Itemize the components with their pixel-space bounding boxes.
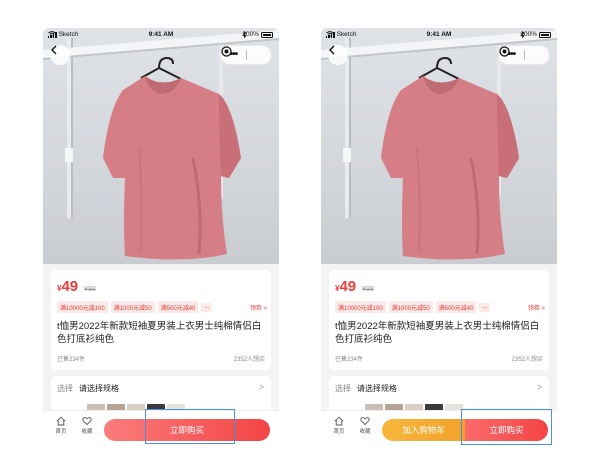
current-price: ¥49	[335, 278, 356, 296]
product-info-card: ¥49 ¥98 满10000元减100 满1000元减50 满500元减40 .…	[51, 270, 271, 370]
sold-count: 已售234件	[57, 357, 86, 363]
home-icon	[56, 416, 66, 426]
price-row: ¥49 ¥98	[335, 278, 374, 296]
spec-value: 请选择规格	[79, 384, 119, 393]
back-icon	[51, 45, 57, 55]
back-button[interactable]	[50, 45, 70, 65]
original-price: ¥98	[84, 286, 96, 293]
coupon-tag[interactable]: 满10000元减100	[57, 301, 108, 313]
get-coupon-link[interactable]: 领券 >	[528, 303, 545, 312]
coupon-tag[interactable]: 满500元减40	[157, 301, 199, 313]
nav-home[interactable]: 首页	[48, 416, 74, 435]
chevron-right-icon: >	[258, 382, 264, 392]
original-price: ¥98	[362, 286, 374, 293]
coupon-tag[interactable]: 满1000元减50	[110, 301, 155, 313]
battery-icon	[261, 31, 273, 38]
capsule-divider	[523, 50, 525, 60]
phone-screen-cart-and-buy: Sketch 9:41 AM 100% ••• ¥49 ¥98 满10000元减…	[321, 28, 557, 448]
target-icon	[499, 46, 510, 57]
product-image: Sketch 9:41 AM 100% •••	[43, 28, 279, 264]
current-price: ¥49	[57, 278, 78, 296]
status-bar: Sketch 9:41 AM 100%	[43, 28, 279, 42]
nav-favorite-label: 收藏	[359, 429, 371, 435]
annotation-highlight-box	[461, 409, 552, 445]
bluetooth-icon	[520, 31, 525, 38]
product-title: t恤男2022年新款短袖夏男装上衣男士纯棉情侣白色打底衫纯色	[335, 321, 540, 345]
nav-favorite-label: 收藏	[81, 429, 93, 435]
coupon-tag[interactable]: 满10000元减100	[335, 301, 386, 313]
bluetooth-icon	[242, 31, 247, 38]
price-row: ¥49 ¥98	[57, 278, 96, 296]
mini-program-capsule: •••	[498, 45, 550, 65]
capsule-divider	[245, 50, 247, 60]
spec-label: 选择	[57, 384, 73, 393]
add-to-cart-button[interactable]: 加入购物车	[382, 419, 465, 441]
coupon-tag-more[interactable]: ...	[201, 302, 213, 312]
coupon-tag[interactable]: 满1000元减50	[388, 301, 433, 313]
chevron-right-icon: >	[536, 382, 542, 392]
coupon-tag-more[interactable]: ...	[479, 302, 491, 312]
status-bar: Sketch 9:41 AM 100%	[321, 28, 557, 42]
heart-icon	[360, 417, 370, 426]
battery-icon	[539, 31, 551, 38]
price-value: 49	[61, 278, 79, 295]
sold-count: 已售234件	[335, 357, 364, 363]
annotation-highlight-box	[145, 409, 235, 444]
get-coupon-link[interactable]: 领券 >	[250, 303, 267, 312]
product-title: t恤男2022年新款短袖夏男装上衣男士纯棉情侣白色打底衫纯色	[57, 321, 262, 345]
want-count: 2352人想买	[233, 357, 265, 363]
home-icon	[334, 416, 344, 426]
target-icon	[221, 46, 232, 57]
nav-home-label: 首页	[333, 429, 345, 435]
spec-label: 选择	[335, 384, 351, 393]
nav-home[interactable]: 首页	[326, 416, 352, 435]
price-value: 49	[339, 278, 357, 295]
coupon-tag[interactable]: 满500元减40	[435, 301, 477, 313]
mini-program-capsule: •••	[220, 45, 272, 65]
canvas: Sketch 9:41 AM 100% ••• ¥49 ¥98 满10000元减…	[0, 0, 599, 472]
nav-home-label: 首页	[55, 429, 67, 435]
want-count: 2352人想买	[511, 357, 543, 363]
back-button[interactable]	[328, 45, 348, 65]
coupon-row: 满10000元减100 满1000元减50 满500元减40 ... 领券 >	[335, 301, 545, 313]
nav-favorite[interactable]: 收藏	[352, 416, 378, 435]
phone-screen-buy-only: Sketch 9:41 AM 100% ••• ¥49 ¥98 满10000元减…	[43, 28, 279, 448]
coupon-row: 满10000元减100 满1000元减50 满500元减40 ... 领券 >	[57, 301, 267, 313]
product-image: Sketch 9:41 AM 100% •••	[321, 28, 557, 264]
product-info-card: ¥49 ¥98 满10000元减100 满1000元减50 满500元减40 .…	[329, 270, 549, 370]
back-icon	[329, 45, 335, 55]
heart-icon	[82, 417, 92, 426]
nav-favorite[interactable]: 收藏	[74, 416, 100, 435]
spec-value: 请选择规格	[357, 384, 397, 393]
